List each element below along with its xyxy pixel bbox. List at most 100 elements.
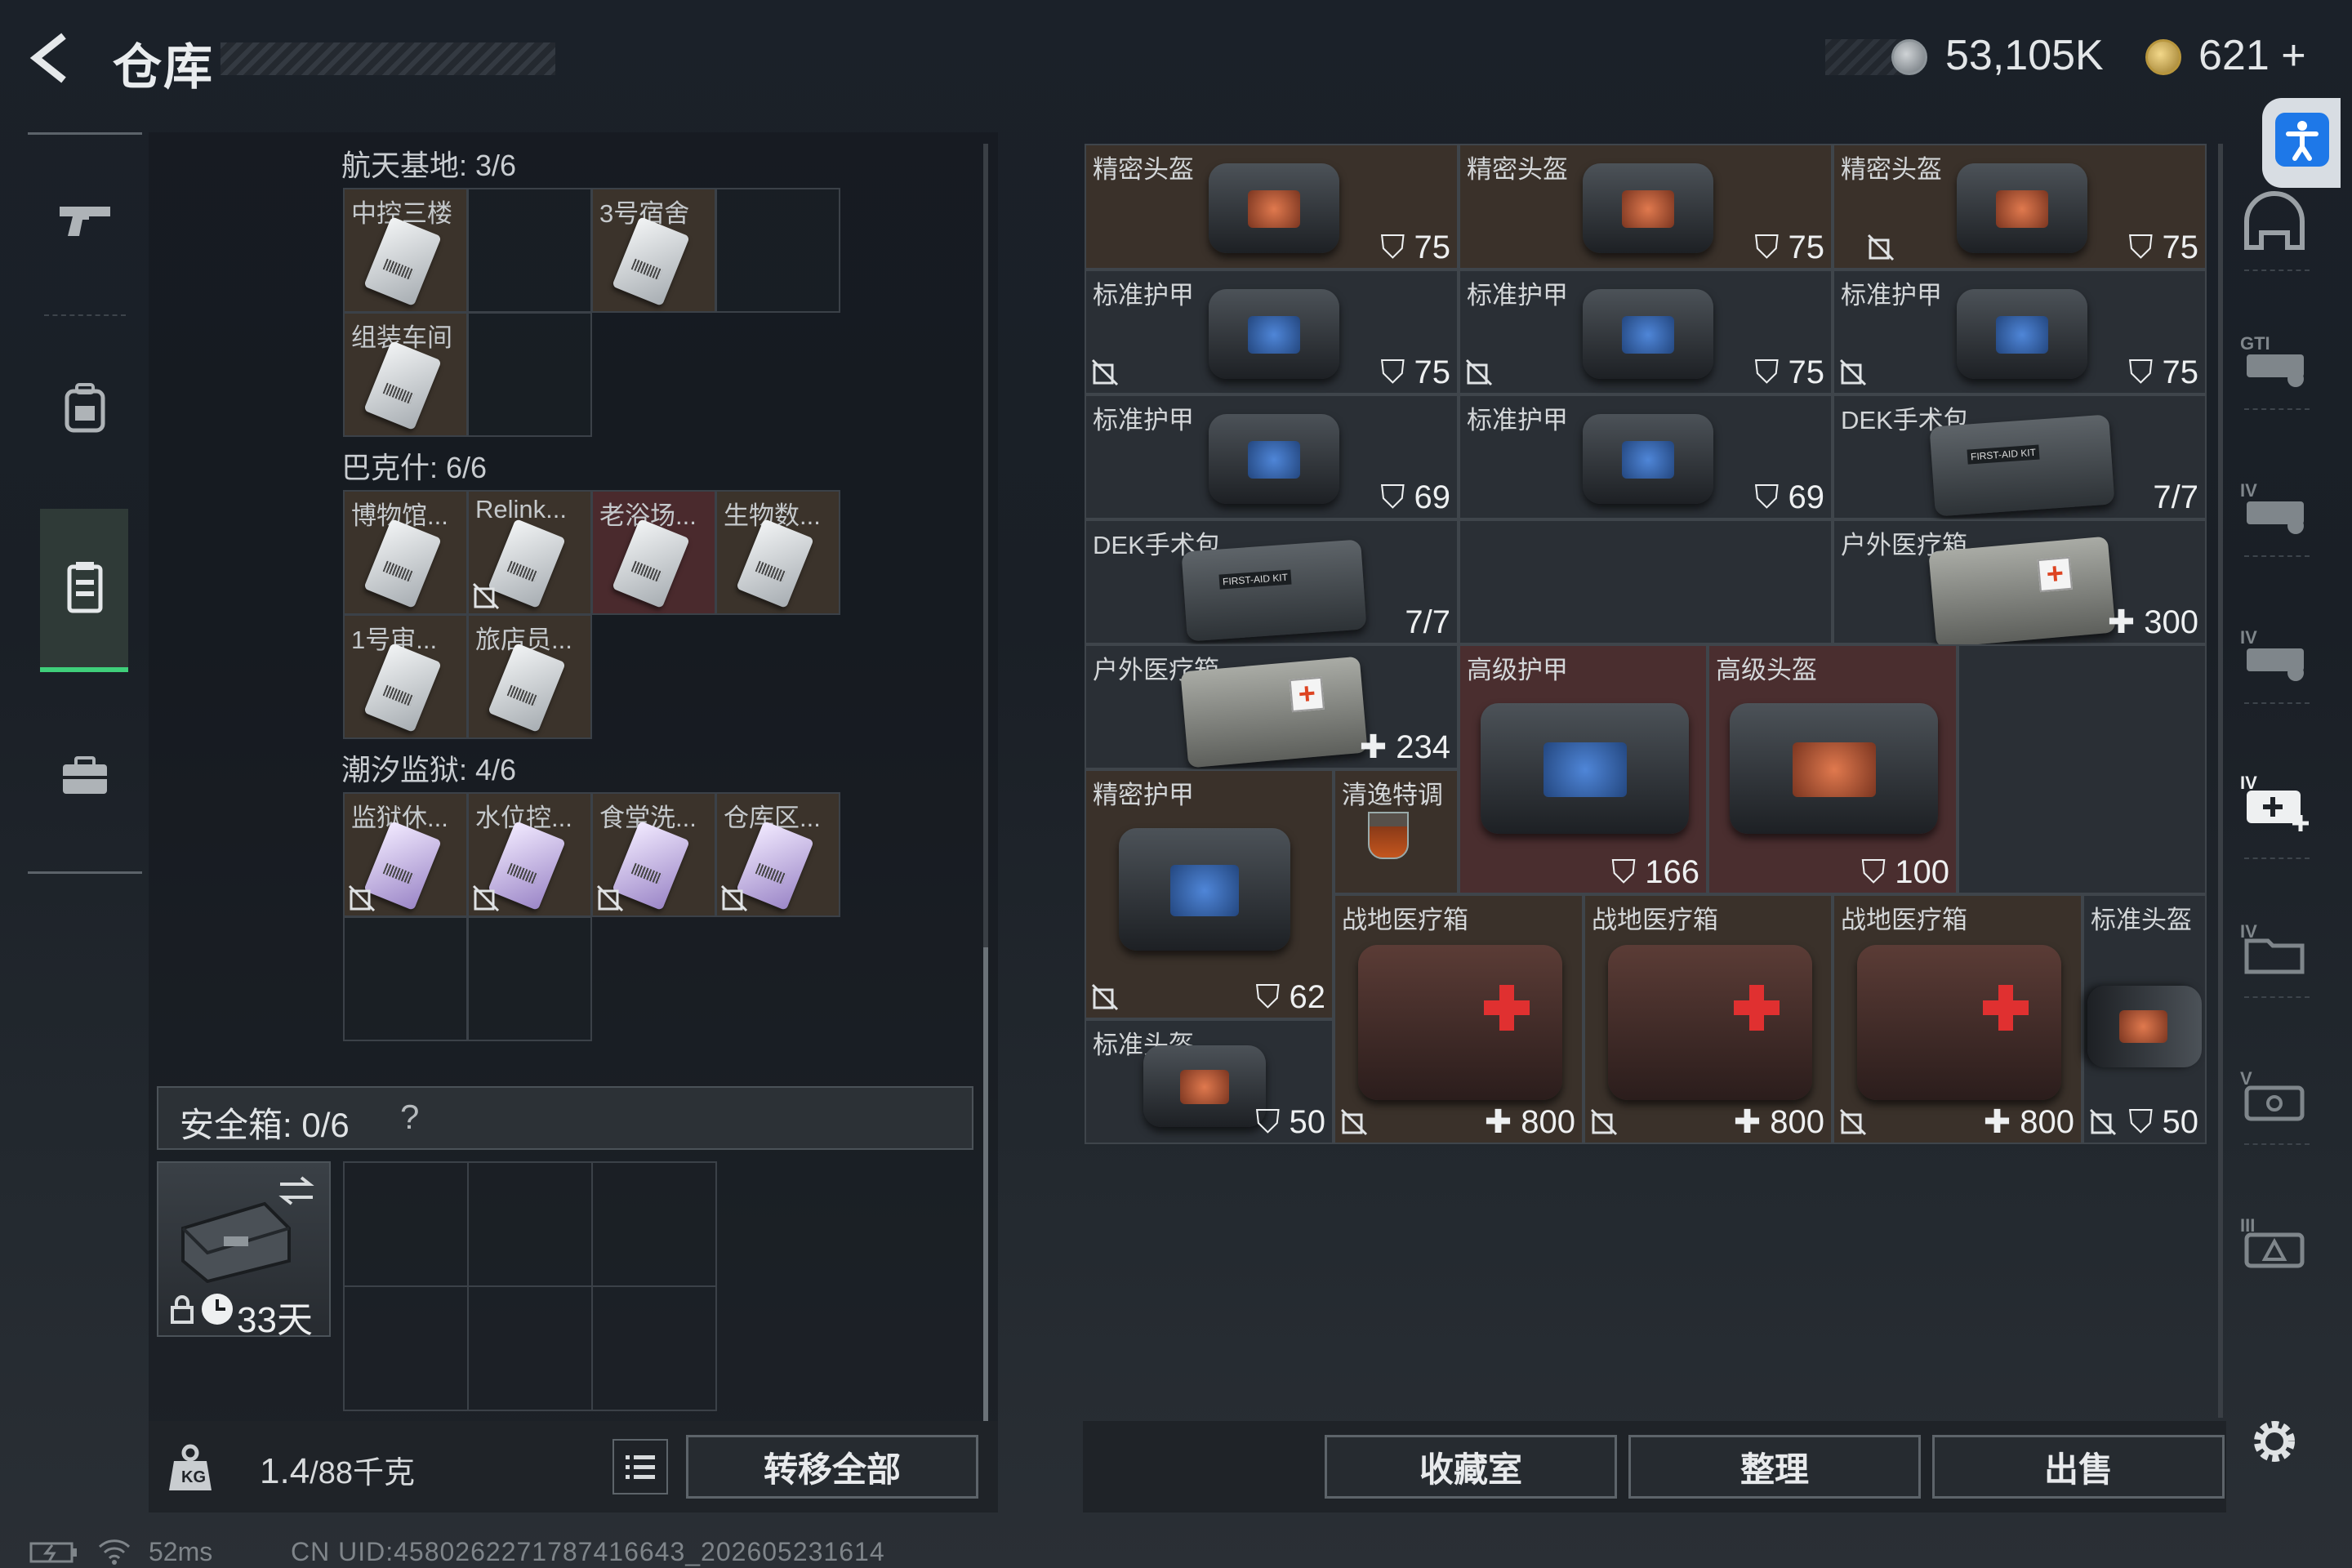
item-stat: ⛉ 62	[1255, 979, 1325, 1015]
inventory-item[interactable]: 高级护甲 ⛉ 166	[1459, 644, 1708, 894]
swap-icon[interactable]	[277, 1174, 316, 1207]
key-card-slot[interactable]: 组装车间	[343, 312, 468, 437]
key-card-slot[interactable]: Relink...	[467, 490, 592, 615]
safe-case-icon	[181, 1201, 291, 1284]
no-trade-icon	[720, 884, 748, 912]
key-card-icon	[488, 642, 566, 733]
inventory-item[interactable]: 精密头盔 ⛉ 75	[1833, 144, 2207, 270]
nav-divider	[44, 314, 126, 316]
IV-rig-icon: IV	[2240, 627, 2304, 681]
helmet-icon	[2244, 191, 2305, 250]
inventory-item[interactable]: DEK手术包 FIRST-AID KIT 7/7	[1833, 394, 2207, 519]
key-card-slot[interactable]: 仓库区...	[715, 792, 840, 917]
key-card-slot[interactable]: 食堂洗...	[591, 792, 716, 917]
key-card-icon	[363, 340, 442, 431]
nav-vests[interactable]	[28, 502, 142, 674]
inventory-item[interactable]: 精密头盔 ⛉ 75	[1459, 144, 1833, 270]
IV-rig-icon: IV	[2240, 480, 2304, 534]
accessibility-icon[interactable]	[2275, 113, 2329, 167]
empty-slot[interactable]	[467, 312, 592, 437]
silver-coin-icon	[1891, 39, 1927, 75]
key-card-slot[interactable]: 监狱休...	[343, 792, 468, 917]
nav-folder-iv[interactable]: IV	[2238, 911, 2311, 984]
key-card-slot[interactable]: 水位控...	[467, 792, 592, 917]
empty-slot[interactable]	[1459, 519, 1833, 644]
inventory-item[interactable]: 清逸特调	[1334, 769, 1459, 894]
transfer-all-button[interactable]: 转移全部	[686, 1435, 978, 1499]
back-arrow-icon[interactable]	[24, 29, 82, 87]
key-card-slot[interactable]: 博物馆...	[343, 490, 468, 615]
backpack-icon	[65, 383, 105, 433]
item-stat: ⛉ 100	[1861, 854, 1949, 890]
empty-slot[interactable]	[467, 916, 592, 1041]
item-stat: ⛉ 50	[1255, 1104, 1325, 1140]
item-stat: ⛉ 69	[1754, 479, 1824, 515]
collection-room-button[interactable]: 收藏室	[1325, 1435, 1617, 1499]
nav-helmet[interactable]	[2238, 184, 2311, 257]
add-currency-button[interactable]: +	[2281, 32, 2305, 79]
key-card-slot[interactable]: 生物数...	[715, 490, 840, 615]
nav-medkit-active[interactable]: IV	[2238, 764, 2311, 837]
gold-coin-icon	[2145, 39, 2181, 75]
inventory-item[interactable]: 标准头盔 ⛉ 50	[2082, 894, 2207, 1144]
empty-slot[interactable]	[467, 188, 592, 313]
item-stat: ✚ 300	[2107, 604, 2198, 640]
inventory-item[interactable]: 战地医疗箱 ✚ 800	[1334, 894, 1584, 1144]
vest-icon	[67, 562, 103, 613]
key-card-slot[interactable]: 老浴场...	[591, 490, 716, 615]
inventory-item[interactable]: 标准护甲 ⛉ 69	[1459, 394, 1833, 519]
key-card-slot[interactable]: 3号宿舍	[591, 188, 716, 313]
stash-weight: 1.4/88千克	[260, 1451, 415, 1491]
nav-weapons[interactable]	[28, 135, 142, 306]
inventory-item[interactable]: 战地医疗箱 ✚ 800	[1833, 894, 2082, 1144]
settings-button[interactable]	[2238, 1405, 2311, 1478]
list-view-button[interactable]	[612, 1439, 668, 1494]
section-title-aerospace: 航天基地: 3/6	[341, 149, 517, 182]
V-case-icon: V	[2240, 1068, 2305, 1121]
nav-rig-iv[interactable]: IV	[2238, 470, 2311, 543]
empty-slot[interactable]	[1958, 644, 2207, 894]
safe-box-help-button[interactable]: ?	[400, 1098, 419, 1137]
nav-divider	[2244, 858, 2310, 859]
inventory-item[interactable]: 高级头盔 ⛉ 100	[1708, 644, 1958, 894]
nav-backpacks[interactable]	[28, 323, 142, 494]
nav-case-v[interactable]: V	[2238, 1058, 2311, 1131]
sell-button[interactable]: 出售	[1932, 1435, 2225, 1499]
nav-case-iii[interactable]: III	[2238, 1205, 2311, 1278]
item-stat: ✚ 234	[1359, 729, 1450, 765]
helmet-icon	[1143, 1045, 1266, 1127]
inventory-item[interactable]: 户外医疗箱 ✚ 234	[1085, 644, 1459, 769]
empty-slot[interactable]	[715, 188, 840, 313]
inventory-item[interactable]: 标准护甲 ⛉ 69	[1085, 394, 1459, 519]
item-stat: ⛉ 75	[1754, 354, 1824, 390]
nav-rig-gti[interactable]: GTI	[2238, 323, 2311, 396]
inventory-scrollbar[interactable]	[2218, 144, 2223, 1418]
inventory-item[interactable]: 标准护甲 ⛉ 75	[1459, 270, 1833, 394]
inventory-item[interactable]: 户外医疗箱 ✚ 300	[1833, 519, 2207, 648]
gold-currency-value[interactable]: 621 +	[2198, 31, 2306, 80]
inventory-item[interactable]: 战地医疗箱 ✚ 800	[1584, 894, 1833, 1144]
inventory-item[interactable]: 精密护甲 ⛉ 62	[1085, 769, 1334, 1019]
item-stat: ⛉ 69	[1380, 479, 1450, 515]
sort-button[interactable]: 整理	[1628, 1435, 1921, 1499]
armor-icon	[1209, 414, 1339, 504]
inventory-item[interactable]: 标准护甲 ⛉ 75	[1085, 270, 1459, 394]
lock-icon	[171, 1295, 194, 1324]
key-card-slot[interactable]: 中控三楼	[343, 188, 468, 313]
weight-icon: KG	[169, 1444, 212, 1490]
nav-cases[interactable]	[28, 690, 142, 862]
no-trade-icon	[1340, 1108, 1368, 1136]
item-stat: ⛉ 75	[1754, 229, 1824, 265]
inventory-item[interactable]: 精密头盔 ⛉ 75	[1085, 144, 1459, 270]
inventory-item[interactable]: 标准头盔 ⛉ 50	[1085, 1019, 1334, 1144]
key-card-slot[interactable]: 旅店员...	[467, 614, 592, 739]
no-trade-icon	[596, 884, 624, 912]
inventory-item[interactable]: DEK手术包 FIRST-AID KIT 7/7	[1085, 519, 1459, 644]
silver-currency-value: 53,105K	[1945, 32, 2104, 79]
key-card-slot[interactable]: 1号审...	[343, 614, 468, 739]
empty-slot[interactable]	[343, 916, 468, 1041]
no-trade-icon	[1839, 359, 1867, 386]
nav-rig-iv-2[interactable]: IV	[2238, 617, 2311, 690]
inventory-item[interactable]: 标准护甲 ⛉ 75	[1833, 270, 2207, 394]
stash-scrollbar-thumb[interactable]	[983, 947, 988, 1421]
